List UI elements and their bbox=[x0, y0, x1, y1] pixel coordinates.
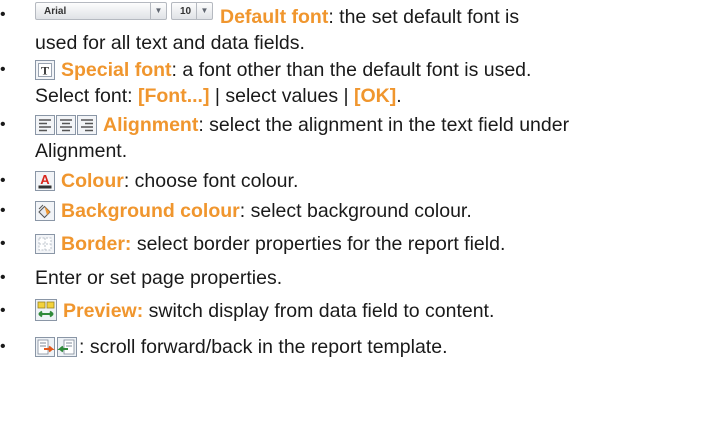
scroll-back-icon bbox=[57, 337, 77, 357]
bullet: • bbox=[0, 116, 6, 133]
font-name-value: Arial bbox=[44, 6, 67, 17]
chevron-down-icon: ▼ bbox=[150, 3, 166, 19]
keyword-background-colour: Background colour bbox=[61, 200, 240, 222]
font-size-value: 10 bbox=[180, 6, 192, 17]
font-size-select: 10 ▼ bbox=[171, 2, 213, 20]
text-line: : select background colour. bbox=[239, 200, 472, 222]
text-line: Select font: bbox=[35, 85, 138, 107]
keyword-alignment: Alignment bbox=[103, 114, 199, 136]
align-center-icon bbox=[56, 115, 76, 135]
font-name-select: Arial ▼ bbox=[35, 2, 167, 20]
align-left-icon bbox=[35, 115, 55, 135]
svg-text:T: T bbox=[41, 64, 49, 78]
keyword-preview: Preview: bbox=[63, 300, 144, 322]
bullet: • bbox=[0, 235, 6, 252]
font-toolbar-icon: Arial ▼ 10 ▼ bbox=[35, 2, 213, 20]
text-line: | select values | bbox=[209, 85, 354, 107]
special-font-icon: T bbox=[35, 60, 55, 80]
chevron-down-icon: ▼ bbox=[196, 3, 212, 19]
keyword-default-font: Default font bbox=[220, 6, 329, 28]
bullet: • bbox=[0, 172, 6, 189]
preview-icon bbox=[35, 299, 57, 321]
text-line: select border properties for the report … bbox=[131, 233, 506, 255]
text-line: : choose font colour. bbox=[123, 170, 299, 192]
scroll-forward-icon bbox=[35, 337, 55, 357]
font-colour-icon: A bbox=[35, 171, 55, 191]
text-line: : a font other than the default font is … bbox=[171, 59, 532, 81]
keyword-colour: Colour bbox=[61, 170, 124, 192]
bullet: • bbox=[0, 202, 6, 219]
bullet: • bbox=[0, 338, 6, 355]
background-colour-icon bbox=[35, 201, 55, 221]
bullet-list: • Arial ▼ 10 ▼ Default font: the set def… bbox=[0, 0, 720, 439]
alignment-icons bbox=[35, 115, 97, 135]
scroll-forward-back-icons bbox=[35, 337, 77, 357]
text-line: : select the alignment in the text field… bbox=[198, 114, 570, 136]
keyword-font-button: [Font...] bbox=[137, 85, 210, 107]
bullet: • bbox=[0, 269, 6, 286]
text-line: . bbox=[396, 85, 402, 107]
keyword-border: Border: bbox=[61, 233, 132, 255]
text-line: Alignment. bbox=[35, 140, 128, 162]
text-line: : the set default font is bbox=[328, 6, 520, 28]
keyword-special-font: Special font bbox=[61, 59, 172, 81]
text-line: : scroll forward/back in the report temp… bbox=[79, 336, 448, 358]
svg-text:A: A bbox=[40, 172, 50, 187]
bullet: • bbox=[0, 302, 6, 319]
bullet: • bbox=[0, 61, 6, 78]
align-right-icon bbox=[77, 115, 97, 135]
text-line: used for all text and data fields. bbox=[35, 32, 305, 54]
keyword-ok-button: [OK] bbox=[353, 85, 397, 107]
text-line: switch display from data field to conten… bbox=[143, 300, 495, 322]
border-icon bbox=[35, 234, 55, 254]
bullet: • bbox=[0, 6, 6, 23]
text-line: Enter or set page properties. bbox=[35, 267, 283, 289]
